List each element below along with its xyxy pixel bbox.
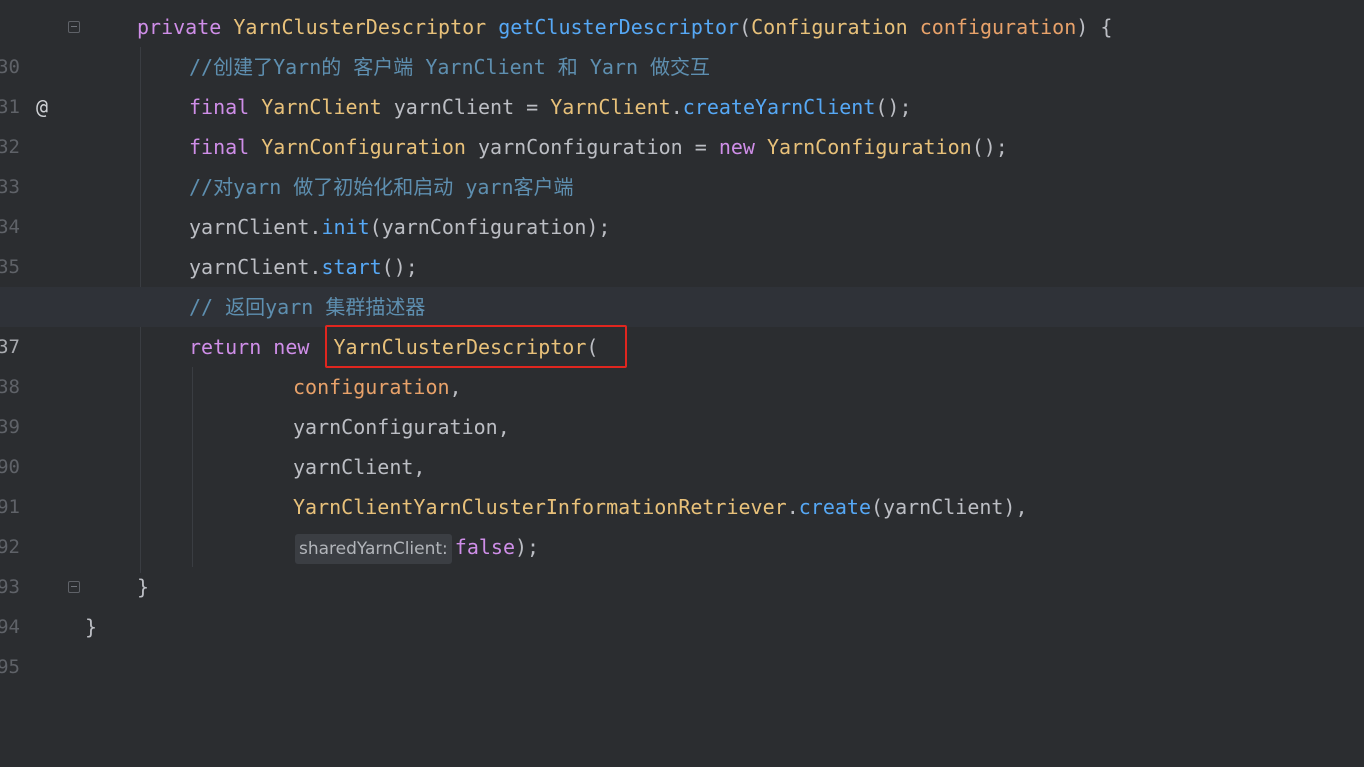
fold-marker-icon[interactable]: [68, 581, 80, 593]
code-line[interactable]: 92 YarnClientYarnClusterInformationRetri…: [0, 487, 1364, 558]
comment: //创建了Yarn的 客户端 YarnClient 和 Yarn 做交互: [189, 55, 711, 79]
code-line[interactable]: 90 yarnConfiguration,: [0, 407, 1364, 478]
code-line[interactable]: 93 sharedYarnClient: false);: [0, 527, 1364, 598]
comment: //对yarn 做了初始化和启动 yarn客户端: [189, 175, 574, 199]
modifier: private: [137, 15, 222, 39]
return-type: YarnClusterDescriptor: [233, 15, 487, 39]
comment: // 返回yarn 集群描述器: [189, 295, 426, 319]
code-line[interactable]: 36 yarnClient.start();: [0, 247, 1364, 318]
constructor-call: YarnClusterDescriptor: [333, 335, 587, 359]
code-editor[interactable]: 30 @ private YarnClusterDescriptor getCl…: [0, 0, 1364, 678]
parameter-hint: sharedYarnClient:: [295, 533, 452, 564]
code-line[interactable]: 35 yarnClient.init(yarnConfiguration);: [0, 207, 1364, 278]
code-line-current[interactable]: 37 // 返回yarn 集群描述器: [0, 287, 1364, 358]
code-line[interactable]: 34 //对yarn 做了初始化和启动 yarn客户端: [0, 167, 1364, 238]
fold-marker-icon[interactable]: [68, 21, 80, 33]
code-line[interactable]: 33 final YarnConfiguration yarnConfigura…: [0, 127, 1364, 198]
code-line[interactable]: 95 }: [0, 607, 1364, 678]
code-line[interactable]: 30 @ private YarnClusterDescriptor getCl…: [0, 7, 1364, 119]
line-number: 95: [0, 656, 20, 678]
code-line[interactable]: 31 //创建了Yarn的 客户端 YarnClient 和 Yarn 做交互: [0, 47, 1364, 118]
method-name: getClusterDescriptor: [498, 15, 740, 39]
code-line[interactable]: 38 return new YarnClusterDescriptor(: [0, 327, 1364, 398]
code-line[interactable]: 94 }: [0, 567, 1364, 638]
code-line[interactable]: 39 configuration,: [0, 367, 1364, 438]
code-line[interactable]: 91 yarnClient,: [0, 447, 1364, 518]
param-name: configuration: [919, 15, 1077, 39]
code-line[interactable]: 32 final YarnClient yarnClient = YarnCli…: [0, 87, 1364, 158]
param-type: Configuration: [751, 15, 908, 39]
